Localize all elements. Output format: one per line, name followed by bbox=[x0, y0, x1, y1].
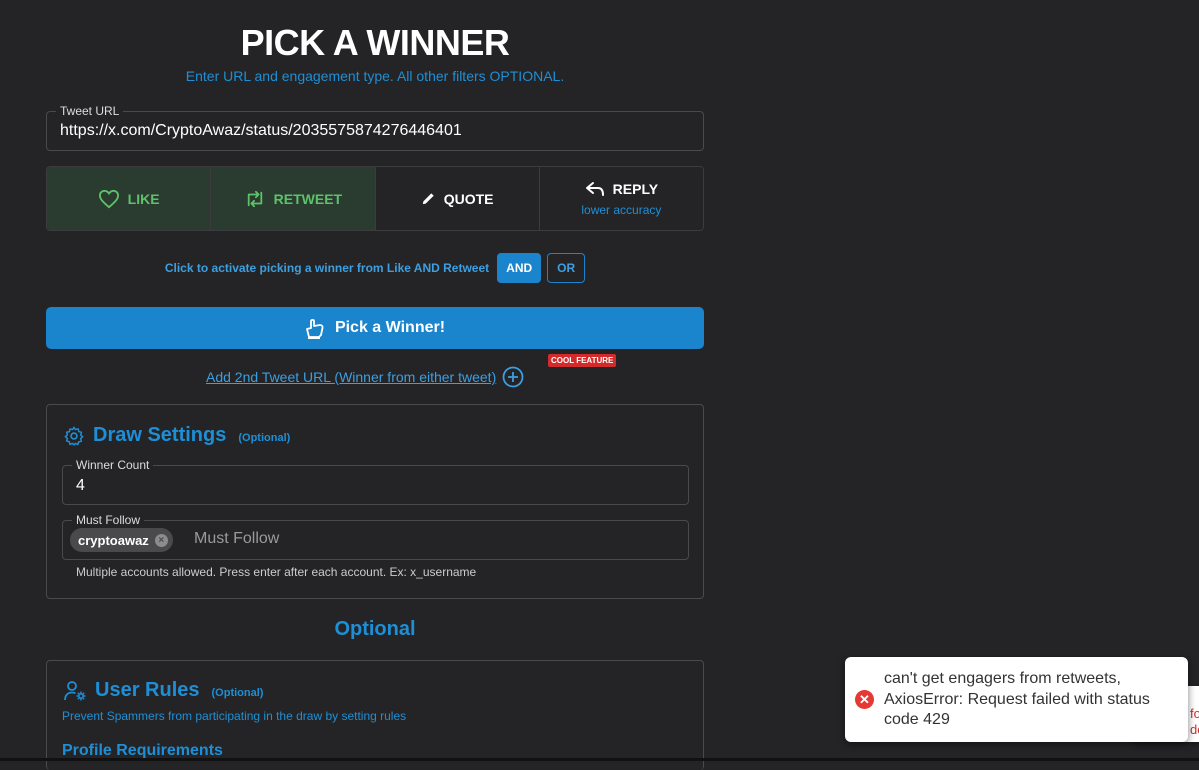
tweet-url-label: Tweet URL bbox=[56, 104, 124, 118]
engagement-type-selector: LIKE RETWEET QUOTE REPLY lower accuracy bbox=[46, 166, 704, 231]
tweet-url-field[interactable]: Tweet URL https://x.com/CryptoAwaz/statu… bbox=[46, 104, 704, 151]
error-icon: ✕ bbox=[855, 690, 874, 709]
retweet-button[interactable]: RETWEET bbox=[211, 167, 376, 230]
user-rules-title: User Rules bbox=[95, 679, 200, 701]
winner-count-label: Winner Count bbox=[72, 458, 154, 472]
retweet-icon bbox=[247, 190, 262, 207]
like-label: LIKE bbox=[127, 190, 160, 207]
tweet-url-input[interactable]: https://x.com/CryptoAwaz/status/20355758… bbox=[60, 122, 462, 140]
draw-settings-header: Draw Settings (Optional) bbox=[63, 424, 290, 447]
or-button[interactable]: OR bbox=[547, 253, 586, 283]
plus-circle-icon[interactable] bbox=[502, 366, 524, 388]
heart-icon bbox=[98, 189, 119, 208]
reply-button[interactable]: REPLY lower accuracy bbox=[540, 167, 703, 230]
must-follow-label: Must Follow bbox=[72, 513, 145, 527]
winner-count-input[interactable]: 4 bbox=[76, 477, 85, 495]
pencil-icon bbox=[422, 193, 434, 205]
error-toast-message: can't get engagers from retweets, AxiosE… bbox=[884, 670, 1150, 728]
quote-label: QUOTE bbox=[443, 190, 494, 207]
reply-icon bbox=[585, 181, 604, 196]
draw-settings-title: Draw Settings bbox=[93, 424, 227, 446]
user-rules-optional: (Optional) bbox=[211, 687, 264, 699]
must-follow-help: Multiple accounts allowed. Press enter a… bbox=[76, 565, 477, 579]
winner-count-field[interactable]: Winner Count 4 bbox=[62, 458, 689, 505]
user-rules-panel: User Rules (Optional) Prevent Spammers f… bbox=[46, 660, 704, 770]
pick-winner-label: Pick a Winner! bbox=[334, 319, 446, 336]
retweet-label: RETWEET bbox=[273, 190, 343, 207]
page-title: PICK A WINNER bbox=[240, 22, 510, 63]
optional-heading: Optional bbox=[334, 618, 416, 640]
chip-label: cryptoawaz bbox=[78, 532, 149, 548]
add-second-tweet[interactable]: Add 2nd Tweet URL (Winner from either tw… bbox=[206, 366, 524, 388]
gear-icon bbox=[64, 426, 84, 446]
account-chip: cryptoawaz × bbox=[70, 528, 173, 552]
logic-instruction: Click to activate picking a winner from … bbox=[164, 261, 490, 275]
chip-remove-icon[interactable]: × bbox=[154, 533, 168, 547]
and-button[interactable]: AND bbox=[497, 253, 542, 283]
user-rules-description: Prevent Spammers from participating in t… bbox=[62, 709, 407, 723]
like-button[interactable]: LIKE bbox=[47, 167, 212, 230]
pick-winner-button[interactable]: Pick a Winner! bbox=[46, 307, 704, 349]
hand-pointer-icon bbox=[306, 318, 324, 339]
reply-accuracy-note: lower accuracy bbox=[581, 202, 662, 217]
page-subtitle: Enter URL and engagement type. All other… bbox=[185, 68, 565, 84]
user-settings-icon bbox=[64, 680, 86, 700]
draw-settings-optional: (Optional) bbox=[238, 432, 291, 444]
cool-feature-badge: COOL FEATURE bbox=[548, 354, 617, 367]
must-follow-input[interactable]: Must Follow bbox=[194, 530, 279, 548]
quote-button[interactable]: QUOTE bbox=[376, 167, 540, 230]
must-follow-field[interactable]: Must Follow cryptoawaz × Must Follow bbox=[62, 513, 689, 560]
logic-selector: Click to activate picking a winner from … bbox=[46, 253, 704, 283]
user-rules-header: User Rules (Optional) bbox=[63, 679, 263, 702]
error-toast[interactable]: ✕ can't get engagers from retweets, Axio… bbox=[845, 657, 1188, 742]
reply-label: REPLY bbox=[612, 180, 659, 197]
add-second-tweet-link[interactable]: Add 2nd Tweet URL (Winner from either tw… bbox=[206, 369, 496, 385]
background-toast-text: fo do bbox=[1190, 706, 1199, 737]
